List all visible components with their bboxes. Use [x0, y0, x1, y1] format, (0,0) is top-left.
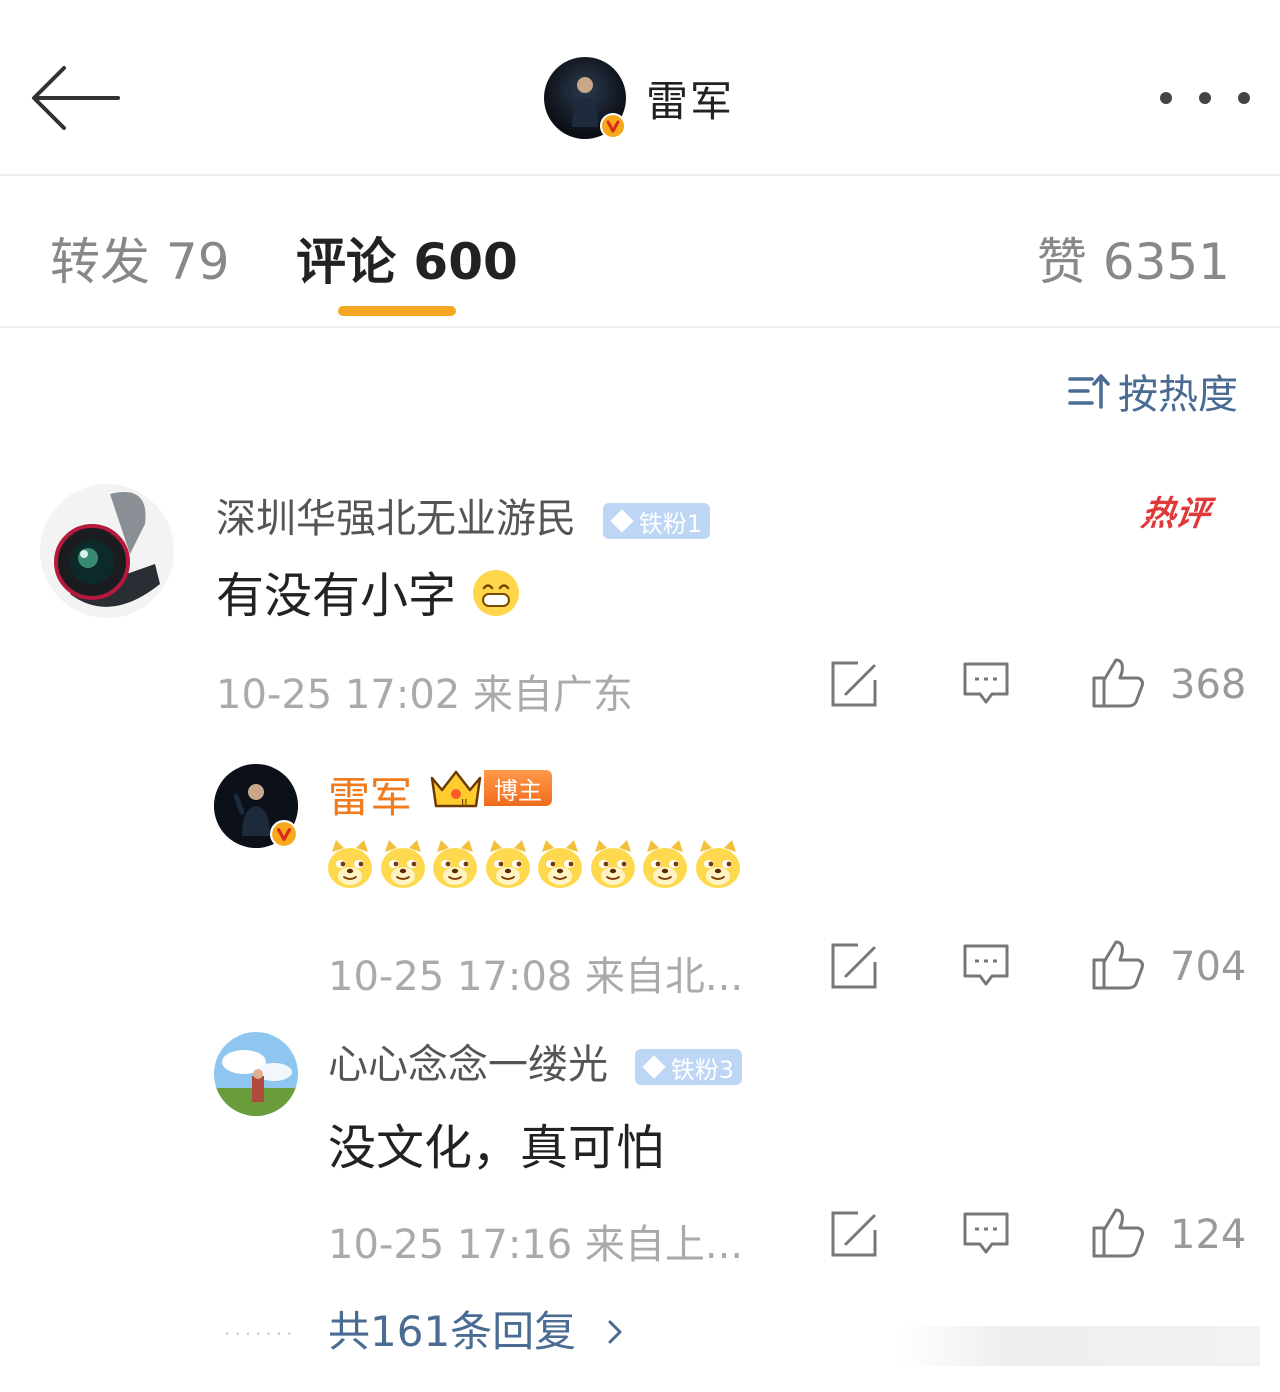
like-count: 124 — [1170, 1212, 1247, 1258]
verified-v-icon — [270, 820, 298, 848]
bottom-watermark-blur — [900, 1326, 1260, 1366]
doge-emoji — [643, 840, 687, 888]
reply-icon[interactable] — [962, 660, 1010, 708]
tab-bar: 转发 79 评论 600 赞 6351 — [0, 176, 1280, 328]
grin-emoji — [473, 570, 520, 616]
reply-icon[interactable] — [962, 1210, 1010, 1258]
like-icon[interactable] — [1090, 656, 1146, 710]
page-title: 雷军 — [646, 76, 735, 126]
comment-username[interactable]: 深圳华强北无业游民 铁粉1 — [216, 486, 710, 544]
doge-emoji — [433, 840, 477, 888]
tab-like[interactable]: 赞 6351 — [1037, 222, 1230, 294]
repost-icon[interactable] — [830, 942, 878, 990]
like-count: 368 — [1170, 662, 1247, 708]
more-replies-link[interactable]: 共161条回复 — [328, 1298, 630, 1359]
doge-emoji — [380, 840, 425, 888]
comment-text: 有没有小字 — [216, 556, 521, 626]
sort-button[interactable]: 按热度 — [1068, 362, 1238, 420]
sort-label: 按热度 — [1118, 372, 1238, 418]
doge-emoji — [538, 840, 582, 888]
comment-meta: 10-25 17:02 来自广东 — [216, 672, 633, 718]
comment-avatar[interactable] — [40, 484, 174, 618]
chevron-right-icon — [608, 1320, 622, 1344]
like-icon[interactable] — [1090, 938, 1146, 992]
repost-icon[interactable] — [830, 660, 878, 708]
arrow-left-icon — [32, 66, 120, 130]
top-bar: 雷军 — [0, 0, 1280, 176]
active-tab-indicator — [338, 306, 456, 316]
tab-repost[interactable]: 转发 79 — [50, 222, 230, 294]
reply-meta: 10-25 17:08 来自北... — [328, 954, 744, 1000]
fan-badge: 铁粉3 — [634, 1049, 742, 1085]
more-button[interactable] — [1160, 84, 1250, 112]
reply-text: 没文化，真可怕 — [328, 1120, 665, 1176]
reply-username[interactable]: 心心念念一缕光 铁粉3 — [328, 1032, 742, 1090]
fan-badge: 铁粉1 — [602, 503, 710, 539]
author-avatar[interactable] — [544, 57, 626, 139]
repost-icon[interactable] — [830, 1210, 878, 1258]
hot-comment-tag: 热评 — [1138, 494, 1213, 534]
reply-avatar[interactable] — [214, 764, 298, 848]
post-author[interactable]: 雷军 — [544, 56, 734, 140]
diamond-icon — [610, 509, 634, 533]
reply-meta: 10-25 17:16 来自上... — [328, 1222, 744, 1268]
crown-icon: II — [430, 770, 482, 810]
thread-dots: ······· — [224, 1322, 297, 1346]
like-icon[interactable] — [1090, 1206, 1146, 1260]
host-badge: II 博主 — [428, 766, 552, 810]
verified-v-icon — [600, 113, 626, 139]
more-dots-icon — [1160, 92, 1172, 104]
diamond-icon — [642, 1055, 666, 1079]
reply-icon[interactable] — [962, 942, 1010, 990]
like-count: 704 — [1170, 944, 1247, 990]
reply-username[interactable]: 雷军 — [328, 764, 412, 825]
host-tag: 博主 — [484, 770, 552, 806]
doge-emoji-row — [326, 838, 746, 890]
doge-emoji — [695, 840, 740, 888]
back-button[interactable] — [28, 60, 124, 136]
svg-text:II: II — [461, 797, 468, 810]
doge-emoji — [328, 840, 372, 888]
sort-icon — [1068, 374, 1110, 409]
tab-comment[interactable]: 评论 600 — [296, 222, 518, 294]
reply-avatar[interactable] — [214, 1032, 298, 1116]
doge-emoji — [590, 840, 635, 888]
doge-emoji — [485, 840, 530, 888]
